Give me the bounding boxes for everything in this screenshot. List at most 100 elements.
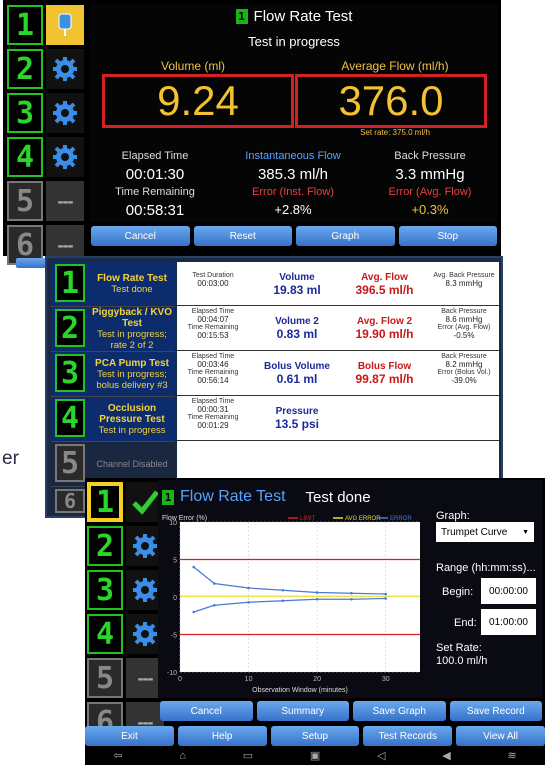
table-row: Elapsed Time 00:00:31 Time Remaining 00:01:… [177,396,499,441]
gear-icon [46,49,84,89]
cell-value: 8.3 mmHg [445,279,483,288]
test-name: Flow Rate Test [97,273,167,284]
channel-4[interactable]: 4 [87,614,164,654]
cell-value: 00:01:29 [197,421,229,430]
results-table: Test Duration 00:03:00 Volume 19.83 ml Avg… [177,262,499,496]
test-name: PCA Pump Test [95,357,169,369]
set-rate: Set rate: 375.0 ml/h [360,128,430,137]
volume-up-icon[interactable]: ◀ [442,749,450,762]
view-all-button[interactable]: View All [456,726,545,746]
err-inst-label: Error (Inst. Flow) [252,186,334,198]
cell-label: Back Pressure [441,353,487,360]
channel-sidebar: 1 2 3 4 5 --- 6 --- [87,482,164,742]
metric1-value: 0.61 ml [276,372,318,386]
end-input[interactable]: 01:00:00 [481,609,536,635]
setrate-label: Set Rate: [436,642,482,654]
channel-5[interactable]: 5 --- [87,658,164,698]
channel-2[interactable]: 2 [87,526,164,566]
help-button[interactable]: Help [177,726,267,746]
cell-label: Test Duration [192,272,234,279]
channel-5[interactable]: 5 --- [7,181,84,221]
menu-icon[interactable]: ≋ [507,749,516,762]
graph-select[interactable]: Trumpet Curve ▼ [436,522,534,542]
save-graph-button[interactable]: Save Graph [353,701,446,721]
metric1-label: Volume 2 [275,316,319,327]
y-tick-label: -5 [171,633,177,640]
test-title: Flow Rate Test [253,8,353,25]
exit-button[interactable]: Exit [85,726,174,746]
metric1-value: 19.83 ml [273,283,321,297]
channel-number: 3 [55,354,85,392]
side-text-2: er [2,448,19,469]
cancel-button[interactable]: Cancel [91,226,190,246]
graph-panel: 1 2 3 4 5 --- 6 --- 1 Flow Rate Test Tes… [85,478,545,765]
data-point [212,603,216,607]
y-axis-label: Flow Error (%) [162,515,207,522]
row-channel-3[interactable]: 3 PCA Pump Test Test in progress; bolus … [51,352,175,397]
cell-value: 00:03:00 [197,279,229,288]
inst-label: Instantaneous Flow [245,150,341,162]
metric1-value: 0.83 ml [276,327,318,341]
channel-1[interactable]: 1 [87,482,164,522]
channel-number: 5 [87,658,123,698]
channel-4[interactable]: 4 [7,137,84,177]
range-label: Range (hh:mm:ss)... [436,562,536,574]
bottom-buttons: Exit Help Setup Test Records View All [85,726,545,746]
test-status: Test in progress; rate 2 of 2 [97,329,167,351]
screenshot-icon[interactable]: ▣ [310,749,320,762]
cancel-button[interactable]: Cancel [160,701,253,721]
reset-button[interactable]: Reset [193,226,292,246]
data-point [315,591,319,594]
channel-number: 4 [55,399,85,437]
dropdown-arrow-icon: ▼ [522,528,529,536]
back-icon[interactable]: ⇦ [113,749,122,762]
x-tick-label: 30 [382,676,390,683]
x-tick-label: 20 [313,676,321,683]
graph-button[interactable]: Graph [296,226,395,246]
test-records-button[interactable]: Test Records [363,726,453,746]
channel-3[interactable]: 3 [87,570,164,610]
cell-label: Elapsed Time [191,308,235,315]
volume-down-icon[interactable]: ◁ [377,749,385,762]
setup-button[interactable]: Setup [270,726,360,746]
test-name: Piggyback / KVO Test [91,307,173,329]
back-label: Back Pressure [394,150,466,162]
legend-label: ERROR [390,516,412,522]
elapsed-value: 00:01:30 [125,166,185,183]
x-tick-label: 10 [245,676,253,683]
channel-number: 2 [7,49,43,89]
home-icon[interactable]: ⌂ [179,750,186,762]
metric1-value: 13.5 psi [274,417,320,431]
test-name: Occlusion Pressure Test [99,402,165,425]
panel3-buttons: Cancel Summary Save Graph Save Record [160,701,542,721]
recents-icon[interactable]: ▭ [243,749,253,762]
cell-value: 8.6 mmHg [445,315,483,324]
graph-label: Graph: [436,510,470,522]
data-point [281,599,285,603]
summary-button[interactable]: Summary [256,701,349,721]
mini-channel-badge: 1 [162,489,174,505]
channel-number: 3 [7,93,43,133]
y-tick-label: -10 [167,670,177,677]
cell-label: Elapsed Time [191,398,235,405]
legend-label: AVG ERROR [345,516,381,522]
channel-2[interactable]: 2 [7,49,84,89]
cell-label: Back Pressure [441,308,487,315]
row-channel-4[interactable]: 4 Occlusion Pressure Test Test in progre… [51,397,175,442]
channel-number: 1 [55,264,85,302]
cell-value: 00:56:14 [197,376,229,385]
save-record-button[interactable]: Save Record [449,701,542,721]
x-tick-label: 0 [178,676,182,683]
data-point [350,597,353,601]
mini-channel-badge: 1 [235,9,248,24]
begin-input[interactable]: 00:00:00 [481,578,536,604]
channel-3[interactable]: 3 [7,93,84,133]
begin-label: Begin: [442,586,474,598]
cell-value: 00:00:31 [197,405,229,414]
channel-1[interactable]: 1 [7,5,84,45]
cell-label: Avg. Back Pressure [433,272,495,279]
test-status: Test in progress [98,424,166,436]
stop-button[interactable]: Stop [398,226,497,246]
row-channel-2[interactable]: 2 Piggyback / KVO Test Test in progress;… [51,307,175,352]
row-channel-1[interactable]: 1 Flow Rate Test Test done [51,262,175,307]
